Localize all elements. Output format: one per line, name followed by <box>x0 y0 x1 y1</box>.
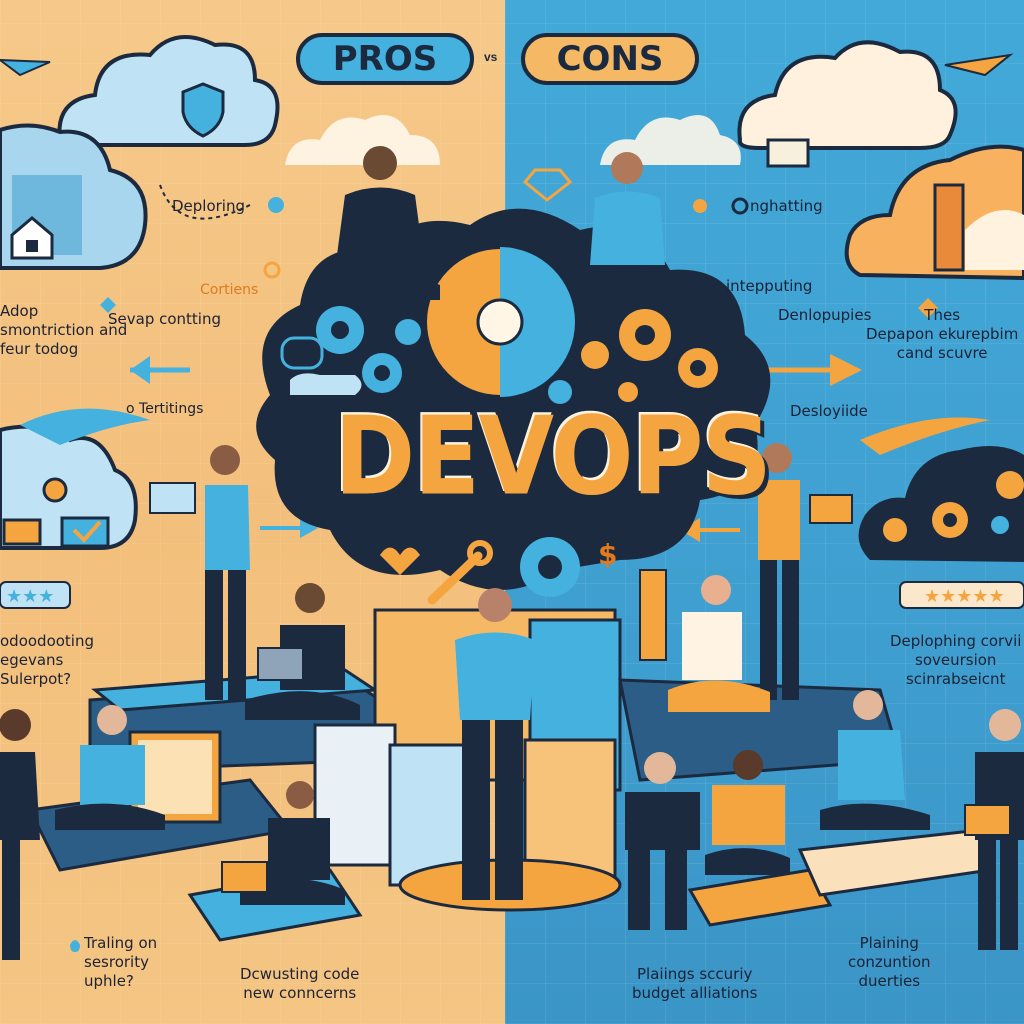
cloud-server-icon <box>737 40 958 168</box>
label-nghatting: nghatting <box>750 197 823 215</box>
label-deusting: Dcwusting code new conncerns <box>240 965 360 1002</box>
label-dodoodoting: odoodooting egevans Sulerpot? <box>0 632 95 688</box>
devops-title: DEVOPS <box>334 394 772 520</box>
svg-text:★★★★★: ★★★★★ <box>924 586 1005 607</box>
vs-label: vs <box>484 50 498 64</box>
plane-icon-left <box>0 58 51 77</box>
label-deplophing: Deplophing corvii soveursion scinrabseic… <box>890 632 1022 688</box>
label-plaining-conz: Plaining conzuntion duerties <box>848 934 931 990</box>
cloud-tools-icon <box>0 424 138 550</box>
label-deploring: Deploring <box>172 197 246 215</box>
cloud-building-icon <box>844 144 1024 281</box>
label-tertitings: o Tertitings <box>126 401 204 417</box>
pros-badge: PROS <box>296 33 474 85</box>
label-trailing: Traling on sesrority uphle? <box>84 934 158 990</box>
svg-text:★★★: ★★★ <box>6 586 54 607</box>
cons-badge: CONS <box>521 33 699 85</box>
cloud-shield-icon <box>57 35 280 147</box>
dollar-icon: $ <box>598 538 618 571</box>
label-cortiens: Cortiens <box>200 282 259 298</box>
diamond-icon <box>522 168 573 202</box>
cloud-gears-icon <box>858 446 1024 562</box>
label-intepputing: intepputing <box>726 277 813 295</box>
label-denloppies: Denlopupies <box>778 306 872 324</box>
label-plaining-security: Plaiings sccuriy budget alliations <box>632 965 758 1002</box>
label-desloyide: Desloyiide <box>790 402 868 420</box>
plane-icon-right <box>944 53 1014 77</box>
label-thes: Thes Depapon ekurepbim cand scuvre <box>866 306 1019 362</box>
label-sevap: Sevap contting <box>108 310 221 328</box>
infographic-canvas: ★★★ ★★★★★ PROS vs CONS DEVOPS $ Deplorin… <box>0 0 1024 1024</box>
